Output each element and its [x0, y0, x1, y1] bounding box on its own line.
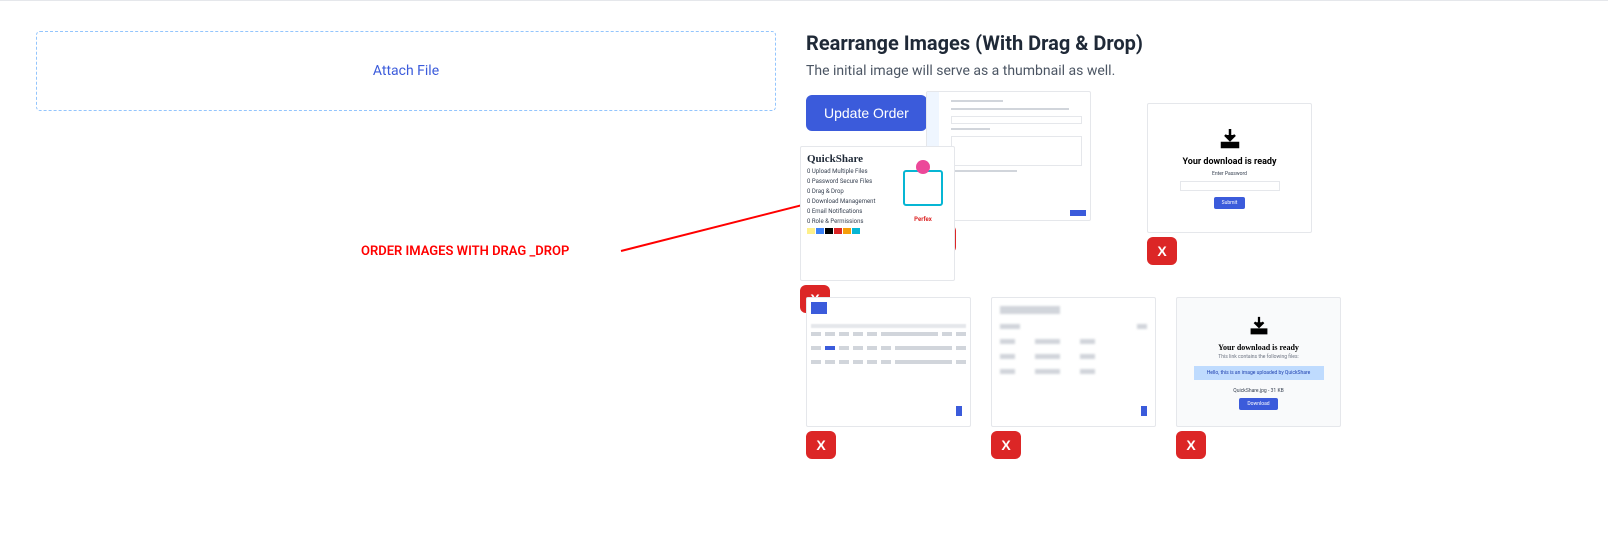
download-title: Your download is ready — [1182, 157, 1276, 167]
flag-icons — [807, 228, 898, 234]
download-file-label: QuickShare.jpg - 31 KB — [1233, 388, 1283, 394]
thumbnail-quickshare[interactable]: QuickShare 0 Upload Multiple Files 0 Pas… — [800, 146, 955, 281]
delete-button[interactable]: X — [991, 431, 1021, 459]
delete-button[interactable]: X — [806, 431, 836, 459]
gallery-item[interactable]: QuickShare 0 Upload Multiple Files 0 Pas… — [800, 146, 955, 313]
download-subtitle: This link contains the following files: — [1218, 354, 1299, 360]
thumbnail-download-ready-files[interactable]: Your download is ready This link contain… — [1176, 297, 1341, 427]
thumbnail-blurred-table[interactable] — [991, 297, 1156, 427]
delete-button[interactable]: X — [1176, 431, 1206, 459]
attach-file-label: Attach File — [373, 63, 439, 79]
gallery-item[interactable]: Your download is ready Enter Password Su… — [1147, 103, 1312, 265]
quickshare-logo: QuickShare — [807, 153, 898, 165]
submit-button-mock: Submit — [1214, 197, 1246, 209]
computer-icon: Perfex — [898, 153, 948, 223]
thumbnail-download-ready[interactable]: Your download is ready Enter Password Su… — [1147, 103, 1312, 233]
delete-button[interactable]: X — [1147, 237, 1177, 265]
perfex-brand: Perfex — [914, 216, 932, 223]
enter-password-label: Enter Password — [1212, 171, 1247, 177]
password-input-mock — [1180, 181, 1280, 191]
download-icon — [1248, 315, 1270, 341]
attach-file-dropzone[interactable]: Attach File — [36, 31, 776, 111]
download-banner: Hello, this is an image uploaded by Quic… — [1194, 366, 1324, 380]
gallery-item[interactable]: X — [991, 297, 1156, 459]
rearrange-subtitle: The initial image will serve as a thumbn… — [806, 63, 1572, 79]
download-icon — [1218, 127, 1242, 155]
thumbnail-table[interactable] — [806, 297, 971, 427]
gallery-item[interactable]: Your download is ready This link contain… — [1176, 297, 1341, 459]
annotation-callout: ORDER IMAGES WITH DRAG _DROP — [361, 244, 569, 259]
gallery-item[interactable]: X — [806, 297, 971, 459]
download-button-mock: Download — [1239, 398, 1277, 410]
rearrange-title: Rearrange Images (With Drag & Drop) — [806, 31, 1572, 55]
download-title: Your download is ready — [1218, 343, 1299, 352]
